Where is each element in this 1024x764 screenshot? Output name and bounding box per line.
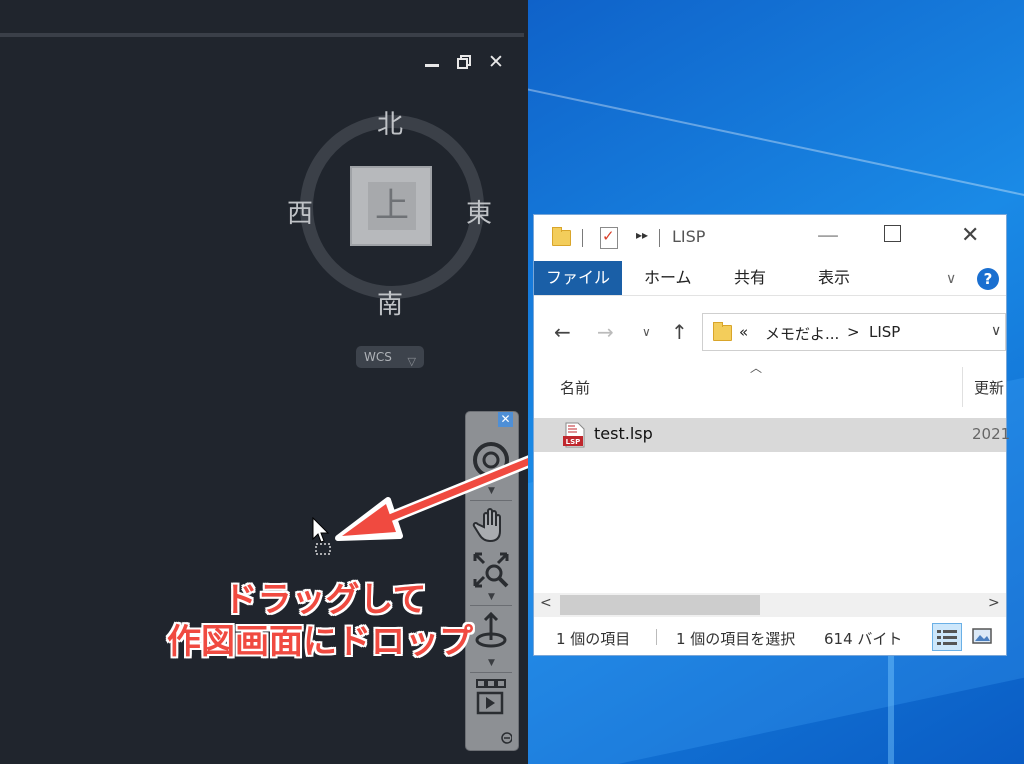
cad-drawing-area[interactable]: ✕ 北 南 西 東 上 WCS ▽ ✕ ▼ ▼ ▼ ドラッグして 作図画面にドロ… [0, 0, 528, 764]
navbar-options-icon[interactable] [470, 730, 513, 749]
horizontal-scrollbar[interactable]: < > [534, 593, 1006, 617]
tab-home[interactable]: ホーム [644, 261, 692, 295]
tab-view[interactable]: 表示 [818, 261, 850, 295]
breadcrumb-current[interactable]: LISP [869, 323, 900, 341]
viewcube-top-face[interactable]: 上 [368, 182, 416, 230]
column-header-date[interactable]: 更新 [974, 377, 1004, 398]
navbar-close-icon[interactable]: ✕ [498, 412, 513, 427]
drag-arrow-icon [335, 455, 528, 541]
status-item-count: 1 個の項目 [556, 630, 631, 648]
maximize-button[interactable] [884, 225, 901, 242]
column-divider[interactable] [962, 367, 963, 407]
forward-arrow-icon[interactable]: → [597, 320, 614, 344]
tab-file[interactable]: ファイル [534, 261, 622, 295]
title-separator [582, 229, 583, 247]
details-view-button[interactable] [932, 623, 962, 651]
tab-share[interactable]: 共有 [734, 261, 766, 295]
status-bar: 1 個の項目 1 個の項目を選択 614 バイト [534, 619, 1006, 655]
back-arrow-icon[interactable]: ← [554, 320, 571, 344]
help-icon[interactable]: ? [977, 268, 999, 290]
annotation-line-2: 作図画面にドロップ [167, 622, 473, 662]
viewcube-west[interactable]: 西 [287, 193, 313, 230]
scrollbar-thumb[interactable] [560, 595, 760, 615]
file-date: 2021 [972, 425, 1011, 443]
file-name[interactable]: test.lsp [594, 424, 653, 443]
annotation-line-1: ドラッグして [223, 580, 427, 620]
chevron-down-icon[interactable]: ▼ [488, 592, 495, 602]
wcs-label: WCS [364, 350, 392, 364]
large-icons-view-icon [972, 628, 992, 644]
address-dropdown-chevron-icon[interactable]: ∨ [991, 323, 1001, 339]
viewcube-south[interactable]: 南 [377, 284, 403, 321]
column-headers: ︿ 名前 更新 [534, 361, 1006, 409]
breadcrumb-parent[interactable]: メモだよ... [765, 323, 839, 344]
status-divider [656, 629, 657, 645]
folder-icon [713, 322, 732, 341]
window-title: LISP [672, 227, 706, 246]
chevron-down-icon: ▽ [407, 355, 416, 368]
cad-close-button[interactable]: ✕ [488, 52, 504, 72]
desktop-wallpaper-beam [888, 640, 894, 764]
viewcube-east[interactable]: 東 [466, 193, 492, 230]
viewcube-north[interactable]: 北 [377, 104, 403, 141]
scroll-left-icon[interactable]: < [540, 595, 552, 611]
lsp-icon-label: LSP [566, 438, 581, 446]
title-separator [659, 229, 660, 247]
restore-icon [457, 55, 471, 69]
viewcube-cube[interactable]: 上 [350, 166, 432, 246]
large-icons-view-button[interactable] [968, 623, 998, 651]
desktop-wallpaper-beam [528, 80, 1024, 228]
folder-icon [552, 227, 571, 246]
cad-restore-button[interactable] [457, 52, 471, 69]
file-explorer-window: ▸▸ LISP — ✕ ファイル ホーム 共有 表示 ∨ ? ← → ∨ ↑ «… [533, 214, 1010, 656]
file-row[interactable]: LSP test.lsp 2021 [534, 418, 1010, 452]
breadcrumb-separator-icon[interactable]: > [847, 323, 860, 341]
wcs-menu[interactable]: WCS ▽ [356, 346, 424, 368]
address-bar-row: ← → ∨ ↑ « メモだよ... > LISP ∨ [534, 297, 1006, 369]
explorer-title-bar[interactable]: ▸▸ LISP — ✕ [534, 215, 1006, 261]
breadcrumb-overflow[interactable]: « [739, 323, 748, 341]
ribbon-tabs: ファイル ホーム 共有 表示 ∨ ? [534, 261, 1006, 296]
details-view-icon [937, 630, 957, 645]
recent-locations-chevron-icon[interactable]: ∨ [642, 325, 651, 339]
lsp-file-icon: LSP [563, 422, 585, 448]
minimize-button[interactable]: — [817, 223, 839, 248]
scroll-right-icon[interactable]: > [988, 595, 1000, 611]
close-button[interactable]: ✕ [961, 223, 979, 248]
status-size: 614 バイト [824, 630, 903, 648]
properties-check-icon[interactable] [600, 227, 618, 249]
status-selected: 1 個の項目を選択 [676, 630, 796, 648]
address-bar[interactable]: « メモだよ... > LISP ∨ [702, 313, 1006, 351]
ribbon-expand-chevron-icon[interactable]: ∨ [946, 271, 956, 287]
zoom-extents-icon[interactable] [470, 549, 512, 595]
sort-ascending-icon: ︿ [750, 361, 763, 375]
cad-minimize-button[interactable] [425, 52, 439, 67]
navbar-divider [470, 605, 512, 606]
column-header-name[interactable]: 名前 [560, 377, 590, 398]
up-arrow-icon[interactable]: ↑ [671, 320, 688, 344]
showmotion-icon[interactable] [470, 678, 512, 722]
navbar-divider [470, 672, 512, 673]
cad-tab-strip [0, 33, 524, 37]
